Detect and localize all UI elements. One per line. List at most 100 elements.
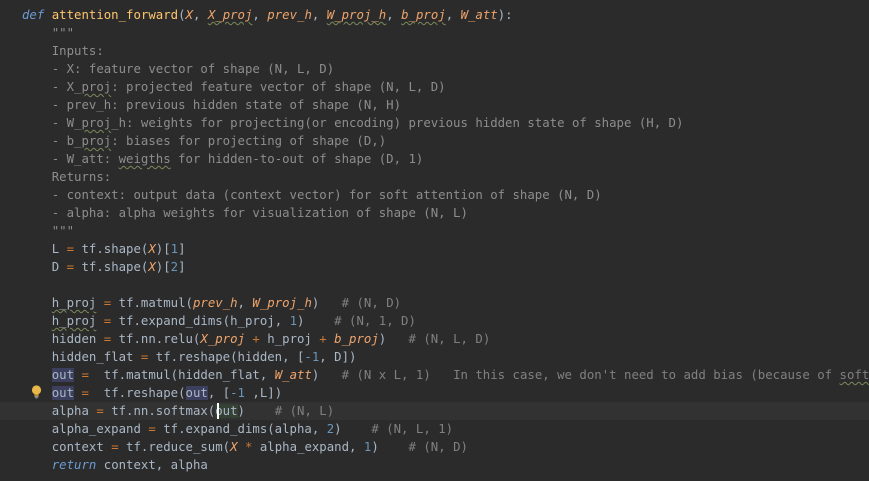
code-token: = xyxy=(81,386,89,400)
code-token: )[ xyxy=(155,242,171,256)
code-line[interactable]: return context, alpha xyxy=(0,456,869,474)
code-line[interactable]: out = tf.matmul(hidden_flat, W_att) # (N… xyxy=(0,366,869,384)
code-token: = xyxy=(96,404,104,418)
code-token: proj xyxy=(81,80,112,94)
code-line[interactable]: def attention_forward(X, X_proj, prev_h,… xyxy=(0,6,869,24)
code-token: # (N, L, D) xyxy=(408,332,491,346)
code-token: X xyxy=(230,440,238,454)
code-token: , xyxy=(192,8,208,22)
code-line[interactable]: - b_proj: biases for projecting of shape… xyxy=(0,132,869,150)
code-token: # (N, 1, D) xyxy=(334,314,416,328)
code-token: W_att xyxy=(460,8,498,22)
code-token: b_proj xyxy=(334,332,379,346)
code-line[interactable]: - context: output data (context vector) … xyxy=(0,186,869,204)
code-token: - prev_h: previous hidden state of shape… xyxy=(22,98,402,112)
code-token: hidden_flat xyxy=(22,350,141,364)
code-token: _h: weights for projecting(or encoding) … xyxy=(111,116,684,130)
code-token: )[ xyxy=(155,260,171,274)
code-line[interactable]: h_proj = tf.expand_dims(h_proj, 1) # (N,… xyxy=(0,312,869,330)
code-token: ] xyxy=(178,260,186,274)
code-token: 1 xyxy=(289,314,297,328)
code-line[interactable]: hidden = tf.nn.relu(X_proj + h_proj + b_… xyxy=(0,330,869,348)
code-editor[interactable]: def attention_forward(X, X_proj, prev_h,… xyxy=(0,0,869,481)
code-line[interactable]: h_proj = tf.matmul(prev_h, W_proj_h) # (… xyxy=(0,294,869,312)
code-line[interactable]: - W_proj_h: weights for projecting(or en… xyxy=(0,114,869,132)
code-token: X xyxy=(148,260,156,274)
code-token: , xyxy=(311,8,327,22)
code-token: , xyxy=(237,296,253,310)
code-token: # (N, L, 1) xyxy=(371,422,454,436)
code-token: - W_att: xyxy=(22,152,119,166)
code-token: Inputs: xyxy=(22,44,104,58)
code-line[interactable]: - X: feature vector of shape (N, L, D) xyxy=(0,60,869,78)
code-token: + xyxy=(252,332,260,346)
code-token: ( xyxy=(178,8,186,22)
code-token: # (N, L) xyxy=(274,404,335,418)
code-token: out xyxy=(185,386,208,400)
code-line[interactable]: L = tf.shape(X)[1] xyxy=(0,240,869,258)
code-token: alpha xyxy=(22,404,97,418)
code-token: ,L]) xyxy=(245,386,283,400)
code-line[interactable]: Inputs: xyxy=(0,42,869,60)
code-line[interactable] xyxy=(0,276,869,294)
code-token: """ xyxy=(22,26,75,40)
code-token: h_proj xyxy=(51,314,97,328)
code-token: tf.shape( xyxy=(74,242,149,256)
code-line[interactable]: - alpha: alpha weights for visualization… xyxy=(0,204,869,222)
code-token: ) xyxy=(334,422,372,436)
code-token: ) xyxy=(237,404,275,418)
code-token: # (N, D) xyxy=(341,296,402,310)
code-token: -1 xyxy=(230,386,245,400)
code-token: attention_forward xyxy=(51,8,179,22)
code-token: W_proj_h xyxy=(252,296,312,310)
code-token: L xyxy=(22,242,67,256)
code-line[interactable]: alpha = tf.nn.softmax(out) # (N, L) xyxy=(0,402,869,420)
code-token: , xyxy=(386,8,402,22)
code-token: for hidden-to-out of shape (D, 1) xyxy=(170,152,424,166)
code-token: X_proj xyxy=(207,8,253,22)
code-token: = xyxy=(111,440,119,454)
code-token: W_proj_h xyxy=(326,8,387,22)
code-line[interactable]: out = tf.reshape(out, [-1 ,L]) xyxy=(0,384,869,402)
code-token: tf.expand_dims(h_proj, xyxy=(111,314,290,328)
code-token: ) xyxy=(311,368,342,382)
code-token: ) xyxy=(311,296,342,310)
code-line[interactable]: hidden_flat = tf.reshape(hidden, [-1, D]… xyxy=(0,348,869,366)
code-token: W_att xyxy=(274,368,312,382)
code-token: context, alpha xyxy=(96,458,208,472)
code-token: - b_ xyxy=(22,134,82,148)
code-token: # (N, D) xyxy=(408,440,468,454)
code-line[interactable]: D = tf.shape(X)[2] xyxy=(0,258,869,276)
code-line[interactable]: - W_att: weigths for hidden-to-out of sh… xyxy=(0,150,869,168)
code-line[interactable]: - prev_h: previous hidden state of shape… xyxy=(0,96,869,114)
code-token: alpha_expand xyxy=(22,422,149,436)
code-line[interactable]: - X_proj: projected feature vector of sh… xyxy=(0,78,869,96)
code-token: , xyxy=(252,8,268,22)
code-token: - context: output data (context vector) … xyxy=(22,188,602,202)
code-token: ) xyxy=(297,314,335,328)
code-line[interactable]: """ xyxy=(0,24,869,42)
code-line[interactable]: Returns: xyxy=(0,168,869,186)
code-token: - X: feature vector of shape (N, L, D) xyxy=(22,62,335,76)
code-token: ): xyxy=(497,8,513,22)
code-token: tf.reshape( xyxy=(88,386,186,400)
code-token: context xyxy=(22,440,112,454)
code-token: - alpha: alpha weights for visualization… xyxy=(22,206,468,220)
code-line[interactable]: """ xyxy=(0,222,869,240)
code-token: tf.reshape(hidden, [ xyxy=(148,350,305,364)
lightbulb-icon[interactable] xyxy=(31,385,42,399)
code-token: h_proj xyxy=(259,332,320,346)
code-token: X xyxy=(148,242,156,256)
code-token: alpha_expand, xyxy=(252,440,364,454)
code-line[interactable]: context = tf.reduce_sum(X * alpha_expand… xyxy=(0,438,869,456)
code-token: weigths xyxy=(118,152,171,166)
code-line[interactable]: alpha_expand = tf.expand_dims(alpha, 2) … xyxy=(0,420,869,438)
code-token: 1 xyxy=(170,242,179,256)
